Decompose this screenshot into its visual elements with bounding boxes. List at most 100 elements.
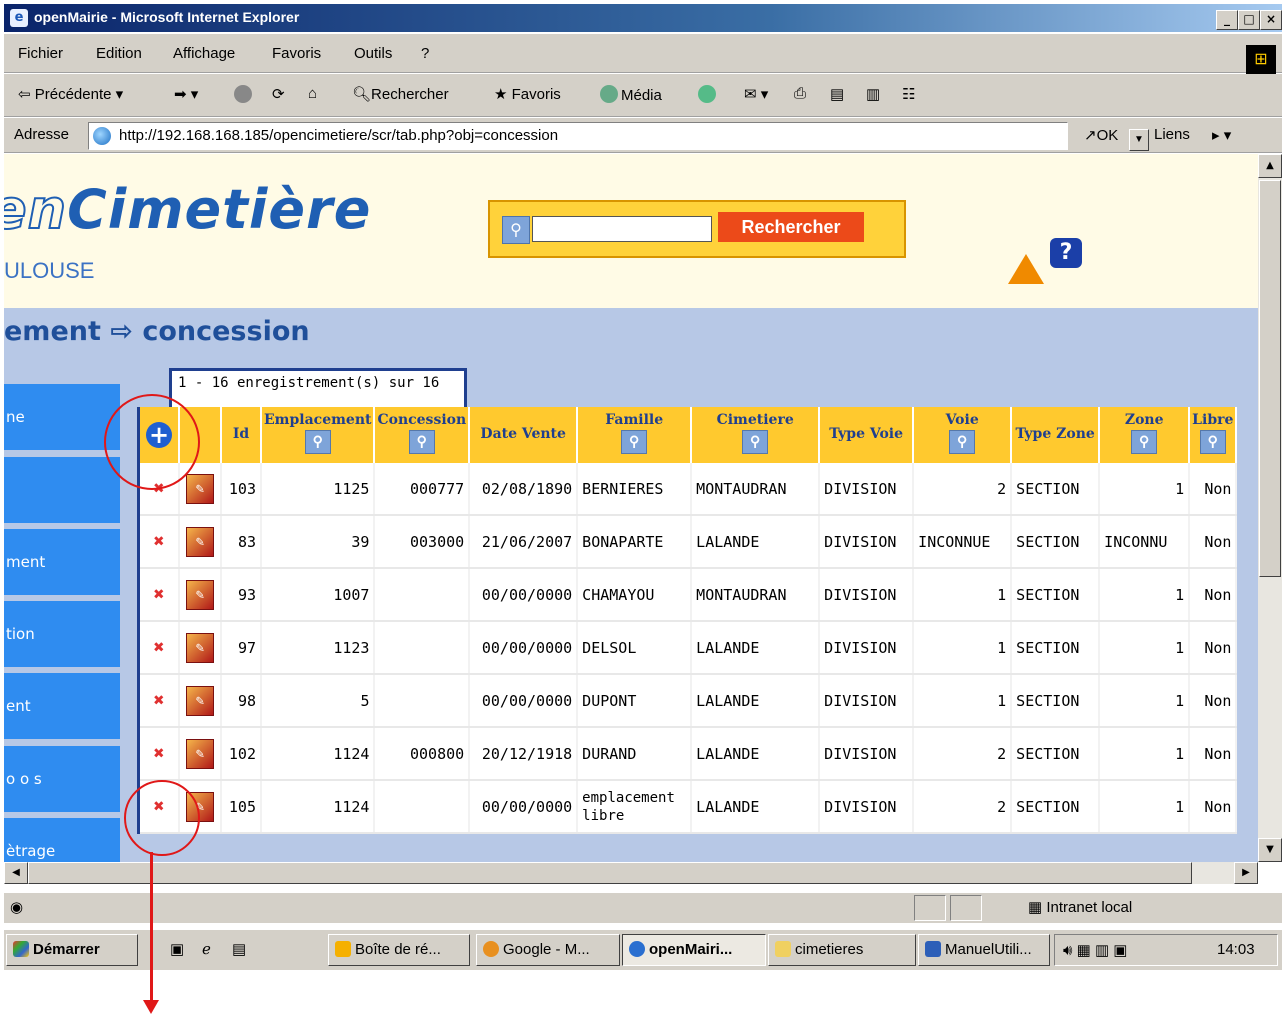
filter-icon[interactable]: ⚲ [304,430,331,454]
horizontal-scroll-thumb[interactable] [28,862,1192,884]
table-cell: CHAMAYOU [577,568,693,622]
table-cell[interactable]: 103 [221,463,262,516]
quicklaunch-ie-icon[interactable]: ℯ [202,940,211,958]
edit-icon[interactable]: ✎ [186,632,214,663]
header-libre[interactable]: Libre ⚲ [1189,407,1238,463]
header-cimetiere[interactable]: Cimetiere ⚲ [691,407,821,463]
edit-icon[interactable]: ✎ [186,685,214,716]
maximize-button[interactable]: □ [1238,10,1260,30]
table-cell[interactable]: 105 [221,780,262,834]
search-submit-button[interactable]: Rechercher [718,212,864,242]
sidebar-item-7[interactable]: ètrage [4,818,120,862]
filter-icon[interactable]: ⚲ [1199,430,1226,454]
refresh-button[interactable]: ⟳ [272,85,285,103]
edit-icon[interactable]: ✎ [186,526,214,557]
go-button[interactable]: ↗OK [1084,126,1118,144]
delete-icon[interactable]: ✖ [138,727,180,781]
header-type-zone[interactable]: Type Zone [1011,407,1101,463]
forward-button[interactable]: ➡ ▾ [174,85,198,103]
print-icon[interactable]: ⎙ [794,85,806,102]
quicklaunch-desktop-icon[interactable]: ▣ [170,940,184,958]
media-button[interactable]: Média [600,85,662,104]
table-header-row: + Id Emplacement ⚲ Concession ⚲ Date Vente… [138,407,1238,463]
sidebar-item-3[interactable]: ment [4,529,120,595]
delete-icon[interactable]: ✖ [138,568,180,622]
task-manuel[interactable]: ManuelUtili... [918,934,1050,966]
scroll-down-icon[interactable]: ▼ [1258,838,1282,862]
header-voie[interactable]: Voie ⚲ [913,407,1013,463]
horizontal-scrollbar[interactable]: ◀ ▶ [4,862,1258,884]
delete-icon[interactable]: ✖ [138,515,180,569]
sidebar-item-2[interactable] [4,457,120,523]
vertical-scrollbar[interactable]: ▲ ▼ [1258,154,1282,862]
search-input[interactable] [532,216,712,242]
scroll-up-icon[interactable]: ▲ [1258,154,1282,178]
menu-favoris[interactable]: Favoris [272,45,321,62]
help-icon[interactable]: ? [1050,238,1082,268]
header-concession[interactable]: Concession ⚲ [374,407,471,463]
table-cell[interactable]: 102 [221,727,262,781]
table-cell[interactable]: 98 [221,674,262,728]
edit-icon[interactable]: ✎ [186,579,214,610]
table-cell[interactable]: 97 [221,621,262,675]
sidebar-item-5[interactable]: ent [4,673,120,739]
table-cell[interactable]: 83 [221,515,262,569]
back-button[interactable]: ⇦ Précédente ▾ [18,85,123,103]
edit-icon[interactable]: ✎ [186,738,214,769]
links-chevron-icon[interactable]: ▸ ▾ [1212,126,1231,144]
menu-outils[interactable]: Outils [354,45,392,62]
mail-icon[interactable]: ✉ ▾ [744,85,768,103]
edit-icon[interactable]: ✎ [186,473,214,504]
messenger-icon[interactable]: ☷ [902,85,915,103]
menu-edition[interactable]: Edition [96,45,142,62]
quicklaunch-app-icon[interactable]: ▤ [232,940,246,958]
filter-icon[interactable]: ⚲ [1131,430,1158,454]
discuss-icon[interactable]: ▥ [866,85,880,103]
menu-affichage[interactable]: Affichage [173,45,235,62]
tray-icons[interactable]: 🔊︎ ▦ ▥ ▣ [1063,941,1127,959]
filter-icon[interactable]: ⚲ [621,430,648,454]
header-emplacement[interactable]: Emplacement ⚲ [261,407,376,463]
filter-icon[interactable]: ⚲ [742,430,769,454]
delete-icon[interactable]: ✖ [138,621,180,675]
delete-icon[interactable]: ✖ [138,674,180,728]
task-outlook[interactable]: Boîte de ré... [328,934,470,966]
scroll-left-icon[interactable]: ◀ [4,862,28,884]
app-logo[interactable]: enCimetière [4,177,371,242]
close-button[interactable]: × [1260,10,1282,30]
history-icon[interactable] [698,85,719,104]
search-button[interactable]: 🔍︎Rechercher [352,85,449,103]
scroll-right-icon[interactable]: ▶ [1234,862,1258,884]
links-button[interactable]: Liens [1154,126,1190,143]
address-url: http://192.168.168.185/opencimetiere/scr… [119,127,559,144]
menu-fichier[interactable]: Fichier [18,45,63,62]
header-label: Emplacement [264,412,372,428]
edit-page-icon[interactable]: ▤ [830,85,844,103]
address-dropdown-icon[interactable]: ▼ [1129,129,1149,151]
sidebar-item-1[interactable]: ne [4,384,120,450]
filter-icon[interactable]: ⚲ [408,430,435,454]
pyramid-icon[interactable] [1008,254,1044,284]
table-cell[interactable]: 93 [221,568,262,622]
task-openmairie[interactable]: openMairi... [622,934,766,966]
header-date-vente[interactable]: Date Vente [469,407,579,463]
address-input[interactable]: http://192.168.168.185/opencimetiere/scr… [88,122,1149,151]
header-id[interactable]: Id [221,407,262,463]
stop-button[interactable] [234,85,255,104]
menu-help[interactable]: ? [421,45,429,62]
task-google[interactable]: Google - M... [476,934,620,966]
sidebar-item-6[interactable]: o o s [4,746,120,812]
header-famille[interactable]: Famille ⚲ [577,407,693,463]
header-zone[interactable]: Zone ⚲ [1099,407,1191,463]
sidebar-item-4[interactable]: tion [4,601,120,667]
task-cimetieres[interactable]: cimetieres [768,934,916,966]
vertical-scroll-thumb[interactable] [1259,180,1281,577]
favorites-button[interactable]: ★ Favoris [494,85,561,103]
header-type-voie[interactable]: Type Voie [819,407,915,463]
start-button[interactable]: Démarrer [6,934,138,966]
breadcrumb-parent[interactable]: ement [4,316,101,347]
home-icon[interactable]: ⌂ [308,85,317,102]
minimize-button[interactable]: _ [1216,10,1238,30]
filter-icon[interactable]: ⚲ [949,430,976,454]
table-cell: 000777 [374,463,471,516]
